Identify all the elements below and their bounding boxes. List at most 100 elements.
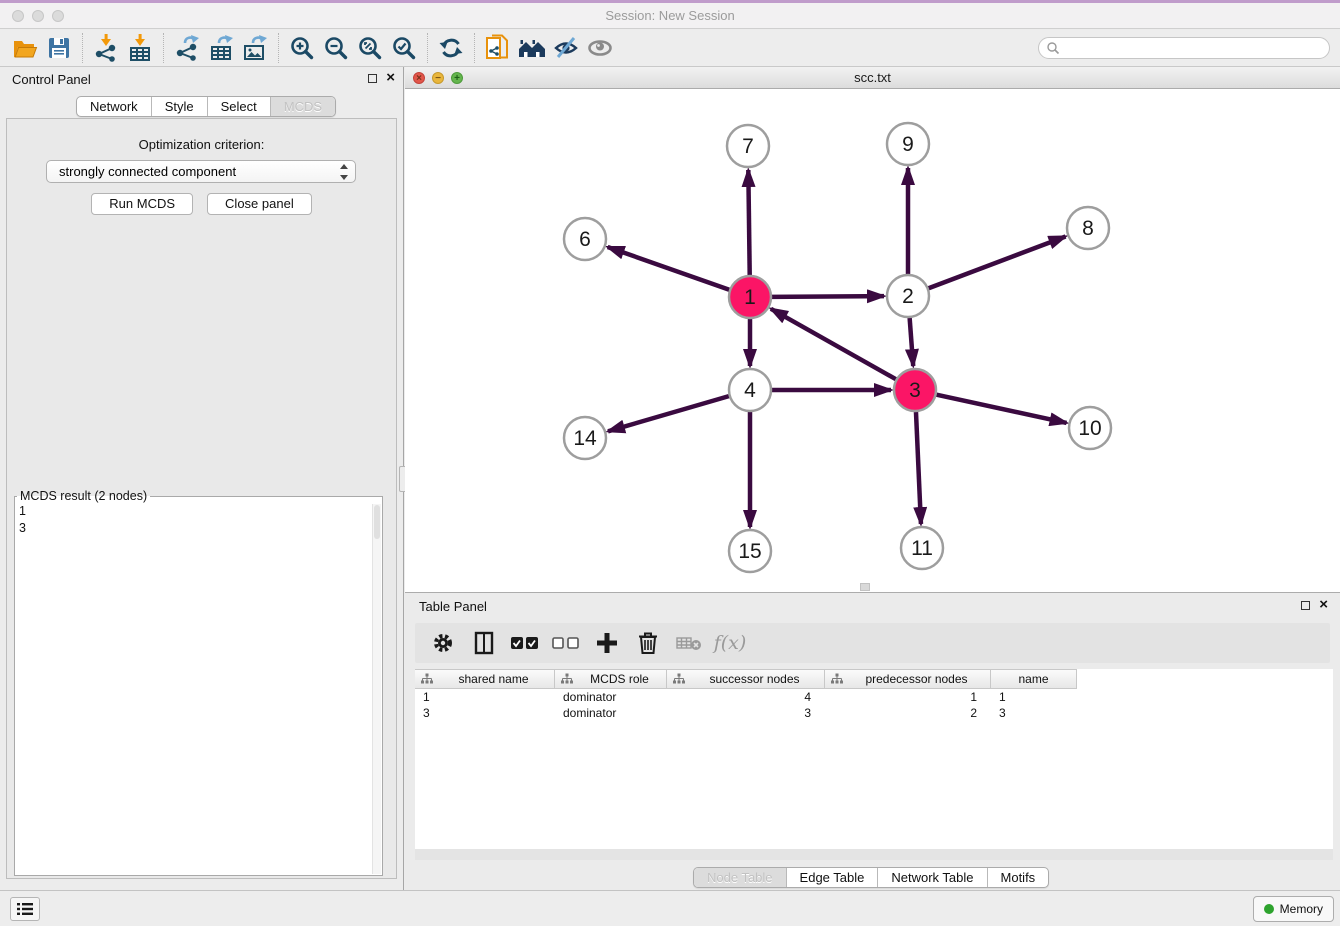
mcds-result-title: MCDS result (2 nodes)	[17, 489, 150, 503]
network-canvas[interactable]: 1234678910111415	[405, 89, 1340, 592]
graph-edge-1-2	[772, 296, 884, 297]
graph-edge-3-10	[936, 395, 1066, 423]
graph-node-label-14: 14	[573, 427, 597, 450]
home-icon	[517, 34, 547, 62]
add-row-button[interactable]	[593, 630, 621, 656]
criterion-dropdown[interactable]: strongly connected component	[46, 160, 356, 183]
zoom-out-button[interactable]	[319, 31, 353, 65]
tab-select[interactable]: Select	[207, 97, 270, 116]
list-icon	[17, 902, 33, 916]
trash-icon	[637, 631, 659, 655]
node-table-body: 1dominator4113dominator323	[415, 689, 1333, 721]
tab-network-table[interactable]: Network Table	[877, 868, 986, 887]
column-header[interactable]: MCDS role	[555, 670, 667, 688]
table-toolbar: f(x)	[415, 623, 1330, 663]
table-settings-button[interactable]	[429, 630, 457, 656]
export-table-button[interactable]	[204, 31, 238, 65]
columns-icon	[472, 631, 496, 655]
control-panel-tabbar: Network Style Select MCDS	[76, 96, 336, 117]
graph-node-label-3: 3	[909, 379, 921, 402]
tab-network[interactable]: Network	[77, 97, 151, 116]
clone-network-button[interactable]	[481, 31, 515, 65]
zoom-selected-button[interactable]	[387, 31, 421, 65]
fx-icon: f(x)	[714, 632, 747, 654]
column-header[interactable]: predecessor nodes	[825, 670, 991, 688]
tab-edge-table[interactable]: Edge Table	[786, 868, 878, 887]
table-cell: dominator	[555, 689, 667, 705]
deselect-all-button[interactable]	[552, 630, 580, 656]
graph-edge-3-11	[916, 412, 921, 524]
network-window-titlebar[interactable]: × − + scc.txt	[405, 67, 1340, 89]
memory-status-icon	[1264, 904, 1274, 914]
show-graphics-details-button[interactable]	[583, 31, 617, 65]
table-row[interactable]: 3dominator323	[415, 705, 1333, 721]
tab-motifs[interactable]: Motifs	[987, 868, 1049, 887]
toolbar-separator	[163, 33, 164, 63]
tab-node-table[interactable]: Node Table	[694, 868, 786, 887]
table-hscrollbar[interactable]	[415, 849, 1333, 860]
refresh-icon	[437, 34, 465, 62]
graph-edge-3-1	[771, 309, 896, 379]
column-header[interactable]: shared name	[415, 670, 555, 688]
show-columns-button[interactable]	[470, 630, 498, 656]
fit-content-icon	[356, 34, 384, 62]
close-panel-button[interactable]: Close panel	[207, 193, 312, 215]
graph-node-label-1: 1	[744, 286, 756, 309]
import-table-icon	[126, 34, 154, 62]
delete-table-icon	[676, 634, 702, 652]
hide-graphics-details-button[interactable]	[549, 31, 583, 65]
attribute-tree-icon	[561, 673, 573, 685]
refresh-layout-button[interactable]	[434, 31, 468, 65]
result-scrollbar-thumb[interactable]	[374, 505, 380, 539]
node-table: shared nameMCDS rolesuccessor nodesprede…	[415, 669, 1333, 849]
memory-label: Memory	[1280, 902, 1323, 916]
delete-row-button[interactable]	[634, 630, 662, 656]
graph-node-label-11: 11	[911, 537, 933, 560]
memory-button[interactable]: Memory	[1253, 896, 1334, 922]
import-network-button[interactable]	[89, 31, 123, 65]
tab-mcds[interactable]: MCDS	[270, 97, 335, 116]
home-button[interactable]	[515, 31, 549, 65]
save-session-button[interactable]	[42, 31, 76, 65]
graph-edge-1-6	[608, 247, 730, 290]
zoom-in-button[interactable]	[285, 31, 319, 65]
graph-edge-2-8	[929, 236, 1066, 288]
select-all-button[interactable]	[511, 630, 539, 656]
table-panel: Table Panel ×	[405, 592, 1340, 890]
table-cell: 1	[415, 689, 555, 705]
graph-node-label-8: 8	[1082, 217, 1094, 240]
network-window-title: scc.txt	[405, 70, 1340, 85]
column-header[interactable]: successor nodes	[667, 670, 825, 688]
open-session-button[interactable]	[8, 31, 42, 65]
import-table-button[interactable]	[123, 31, 157, 65]
network-view-window: × − + scc.txt 1234678910111415	[405, 67, 1340, 592]
export-network-button[interactable]	[170, 31, 204, 65]
network-graph[interactable]: 1234678910111415	[405, 89, 1340, 592]
export-network-icon	[173, 34, 201, 62]
graph-edge-2-3	[910, 318, 914, 366]
export-table-icon	[207, 34, 235, 62]
float-table-panel-icon[interactable]	[1301, 601, 1310, 610]
open-folder-icon	[11, 34, 39, 62]
close-panel-icon[interactable]: ×	[386, 72, 395, 84]
table-cell: 1	[825, 689, 991, 705]
column-header[interactable]: name	[991, 670, 1077, 688]
close-table-panel-icon[interactable]: ×	[1319, 599, 1328, 611]
fit-content-button[interactable]	[353, 31, 387, 65]
gear-icon	[432, 632, 454, 654]
graph-edge-1-7	[748, 170, 749, 275]
export-image-button[interactable]	[238, 31, 272, 65]
task-history-button[interactable]	[10, 897, 40, 921]
search-input[interactable]	[1060, 39, 1329, 57]
main-toolbar	[0, 30, 1340, 67]
canvas-hscroll-grip[interactable]	[860, 583, 870, 591]
plus-icon	[596, 632, 618, 654]
tab-style[interactable]: Style	[151, 97, 207, 116]
table-row[interactable]: 1dominator411	[415, 689, 1333, 705]
status-bar: Memory	[0, 890, 1340, 926]
window-titlebar: Session: New Session	[0, 0, 1340, 29]
run-mcds-button[interactable]: Run MCDS	[91, 193, 193, 215]
float-panel-icon[interactable]	[368, 74, 377, 83]
search-field[interactable]	[1038, 37, 1330, 59]
result-scrollbar[interactable]	[372, 504, 381, 874]
